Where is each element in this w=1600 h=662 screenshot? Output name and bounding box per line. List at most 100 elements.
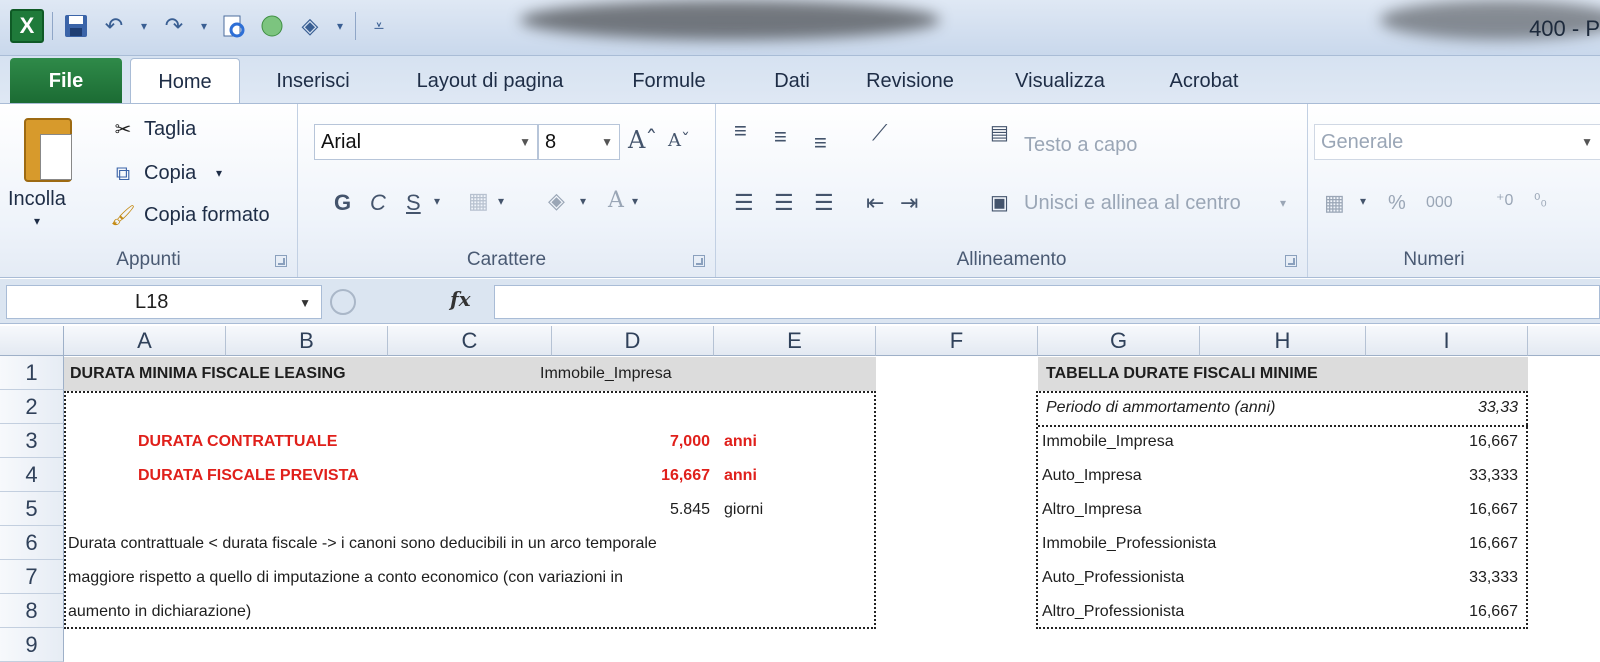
underline-button[interactable]: S (406, 190, 421, 216)
column-header-empty[interactable] (1528, 326, 1600, 356)
row-header[interactable]: 3 (0, 424, 64, 458)
row-header[interactable]: 9 (0, 628, 64, 662)
paste-icon[interactable] (24, 118, 72, 182)
row-header[interactable]: 7 (0, 560, 64, 594)
decrease-indent-icon[interactable]: ⇤ (866, 190, 884, 216)
shrink-font-icon[interactable]: Aˇ (668, 130, 690, 151)
worksheet-grid[interactable]: A B C D E F G H I 1 2 3 4 5 6 7 8 9 DURA… (0, 326, 1600, 662)
chevron-down-icon[interactable]: ▾ (1360, 194, 1366, 208)
durata-fiscale-unit[interactable]: anni (724, 459, 757, 493)
chevron-down-icon[interactable]: ▾ (580, 194, 586, 208)
durata-fiscale-value[interactable]: 16,667 (560, 459, 710, 493)
table-row-value[interactable]: 33,333 (1366, 561, 1518, 595)
column-header[interactable]: I (1366, 326, 1528, 356)
table-row-value[interactable]: 16,667 (1366, 595, 1518, 629)
column-header[interactable]: C (388, 326, 552, 356)
increase-decimal-icon[interactable]: ⁺0 (1496, 190, 1513, 210)
wrap-text-button[interactable]: Testo a capo (1024, 134, 1137, 157)
font-color-icon[interactable]: A (608, 188, 624, 213)
align-top-icon[interactable]: ≡ (734, 118, 747, 144)
periodo-value[interactable]: 33,33 (1366, 391, 1518, 425)
chevron-down-icon[interactable]: ▾ (34, 214, 40, 228)
durata-contrattuale-value[interactable]: 7,000 (560, 425, 710, 459)
align-center-icon[interactable]: ☰ (774, 190, 794, 216)
tab-dati[interactable]: Dati (752, 58, 832, 104)
row-header[interactable]: 4 (0, 458, 64, 492)
column-header[interactable]: F (876, 326, 1038, 356)
sheet-title[interactable]: DURATA MINIMA FISCALE LEASING (70, 357, 346, 391)
row-header[interactable]: 2 (0, 390, 64, 424)
column-header[interactable]: B (226, 326, 388, 356)
table-row-name[interactable]: Immobile_Impresa (1042, 425, 1174, 459)
circle-green-icon[interactable] (257, 11, 287, 41)
insert-function-icon[interactable]: fx (450, 287, 471, 311)
font-size-select[interactable]: 8 ▼ (538, 124, 620, 160)
fill-color-icon[interactable]: ◈ (295, 11, 325, 41)
table-row-name[interactable]: Immobile_Professionista (1042, 527, 1216, 561)
tab-layout-di-pagina[interactable]: Layout di pagina (390, 58, 590, 104)
durata-contrattuale-unit[interactable]: anni (724, 425, 757, 459)
formula-input[interactable] (494, 285, 1600, 319)
dialog-launcher-icon[interactable] (1285, 255, 1297, 267)
table-row-value[interactable]: 16,667 (1366, 527, 1518, 561)
note-line[interactable]: aumento in dichiarazione) (68, 595, 251, 629)
dialog-launcher-icon[interactable] (275, 255, 287, 267)
align-middle-icon[interactable]: ≡ (774, 124, 787, 150)
percent-button[interactable]: % (1388, 192, 1406, 215)
bold-button[interactable]: G (334, 190, 351, 216)
customize-qat-icon[interactable]: ⩡ (364, 11, 394, 41)
durata-fiscale-label[interactable]: DURATA FISCALE PREVISTA (138, 459, 359, 493)
format-painter-button[interactable]: Copia formato (144, 204, 270, 227)
column-header[interactable]: H (1200, 326, 1366, 356)
selected-type-cell[interactable]: Immobile_Impresa (540, 357, 672, 391)
table-row-name[interactable]: Auto_Impresa (1042, 459, 1142, 493)
column-header[interactable]: D (552, 326, 714, 356)
column-header[interactable]: E (714, 326, 876, 356)
chevron-down-icon[interactable]: ▾ (137, 11, 151, 41)
tab-home[interactable]: Home (130, 58, 240, 105)
chevron-down-icon[interactable]: ▾ (632, 194, 638, 208)
dialog-launcher-icon[interactable] (693, 255, 705, 267)
giorni-value[interactable]: 5.845 (560, 493, 710, 527)
tab-acrobat[interactable]: Acrobat (1150, 58, 1258, 104)
chevron-down-icon[interactable]: ▾ (498, 194, 504, 208)
align-left-icon[interactable]: ☰ (734, 190, 754, 216)
select-all-corner[interactable] (0, 326, 64, 356)
tab-inserisci[interactable]: Inserisci (258, 58, 368, 104)
borders-icon[interactable]: ▦ (468, 188, 489, 214)
table-row-name[interactable]: Auto_Professionista (1042, 561, 1184, 595)
font-name-select[interactable]: Arial ▼ (314, 124, 538, 160)
name-box[interactable]: L18 ▼ (6, 285, 322, 319)
table-row-name[interactable]: Altro_Professionista (1042, 595, 1184, 629)
table-row-name[interactable]: Altro_Impresa (1042, 493, 1142, 527)
align-bottom-icon[interactable]: ≡ (814, 130, 827, 156)
align-right-icon[interactable]: ☰ (814, 190, 834, 216)
copy-button[interactable]: Copia (144, 162, 196, 185)
column-header[interactable]: A (64, 326, 226, 356)
tab-formule[interactable]: Formule (610, 58, 728, 104)
durata-contrattuale-label[interactable]: DURATA CONTRATTUALE (138, 425, 337, 459)
excel-logo-icon[interactable]: X (10, 9, 44, 43)
print-preview-icon[interactable] (219, 11, 249, 41)
cut-button[interactable]: Taglia (144, 118, 196, 141)
table-title[interactable]: TABELLA DURATE FISCALI MINIME (1046, 357, 1318, 391)
redo-icon[interactable]: ↷ (159, 11, 189, 41)
column-header[interactable]: G (1038, 326, 1200, 356)
chevron-down-icon[interactable]: ▾ (434, 194, 440, 208)
table-row-value[interactable]: 16,667 (1366, 425, 1518, 459)
tab-visualizza[interactable]: Visualizza (996, 58, 1124, 104)
decrease-decimal-icon[interactable]: ⁰₀ (1534, 190, 1547, 210)
thousands-button[interactable]: 000 (1426, 194, 1453, 212)
currency-icon[interactable]: ▦ (1324, 190, 1345, 216)
row-header[interactable]: 1 (0, 356, 64, 390)
table-row-value[interactable]: 33,333 (1366, 459, 1518, 493)
row-header[interactable]: 8 (0, 594, 64, 628)
row-header[interactable]: 6 (0, 526, 64, 560)
table-row-value[interactable]: 16,667 (1366, 493, 1518, 527)
orientation-icon[interactable]: ⟋ (872, 120, 887, 146)
row-header[interactable]: 5 (0, 492, 64, 526)
undo-icon[interactable]: ↶ (99, 11, 129, 41)
tab-revisione[interactable]: Revisione (848, 58, 972, 104)
note-line[interactable]: Durata contrattuale < durata fiscale -> … (68, 527, 657, 561)
tab-file[interactable]: File (10, 58, 122, 104)
